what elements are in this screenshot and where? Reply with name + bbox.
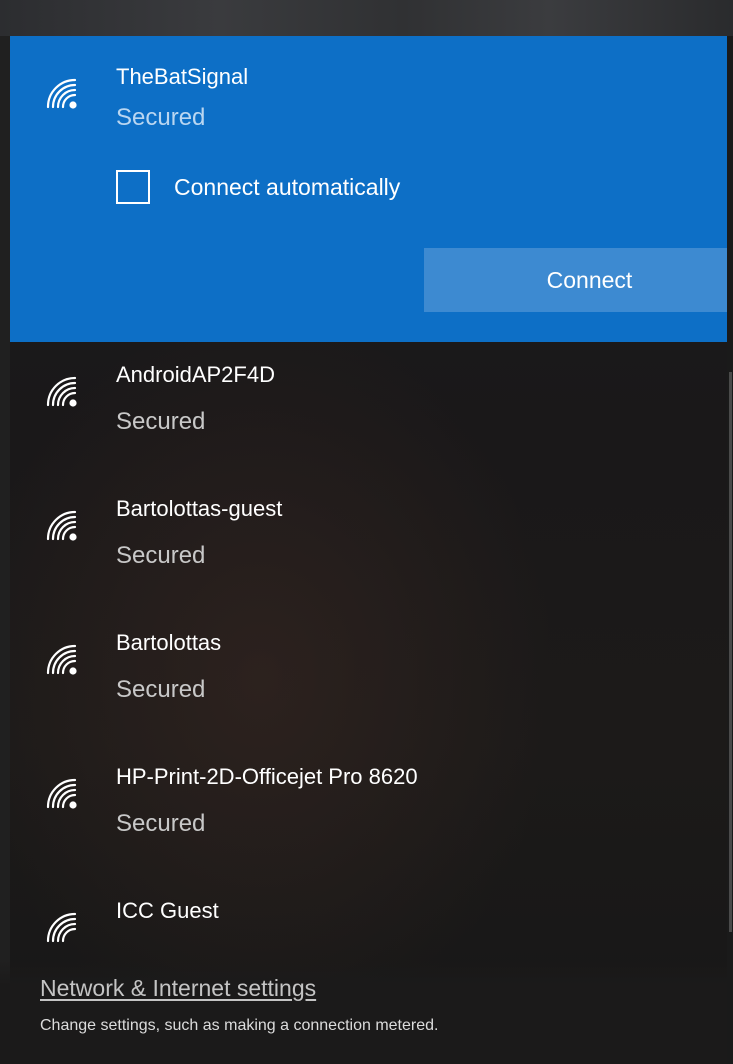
network-name: ICC Guest: [116, 898, 219, 923]
list-item[interactable]: Bartolottas-guest Secured: [10, 496, 721, 616]
taskbar-preview-strip: [0, 0, 733, 36]
network-status: Secured: [116, 104, 206, 131]
connect-automatically-label[interactable]: Connect automatically: [174, 173, 400, 201]
connect-automatically-checkbox[interactable]: [116, 170, 150, 204]
network-settings-link[interactable]: Network & Internet settings: [40, 974, 316, 1002]
list-item[interactable]: Bartolottas Secured: [10, 630, 721, 750]
network-name: AndroidAP2F4D: [116, 362, 275, 387]
wifi-secured-icon: [44, 776, 80, 812]
wifi-secured-icon: [44, 374, 80, 410]
network-name: HP-Print-2D-Officejet Pro 8620: [116, 764, 418, 789]
network-name: Bartolottas-guest: [116, 496, 283, 521]
network-flyout: TheBatSignal Secured Connect automatical…: [0, 0, 733, 1064]
network-name: TheBatSignal: [116, 64, 249, 89]
network-status: Secured: [116, 408, 206, 435]
connect-button-label: Connect: [546, 267, 633, 293]
list-item[interactable]: AndroidAP2F4D Secured: [10, 362, 721, 482]
network-item-selected[interactable]: TheBatSignal Secured Connect automatical…: [10, 36, 727, 342]
network-name: Bartolottas: [116, 630, 222, 655]
network-settings-description: Change settings, such as making a connec…: [40, 1017, 439, 1034]
wifi-secured-icon: [44, 76, 80, 112]
scrollbar-thumb[interactable]: [729, 372, 732, 932]
wifi-secured-icon: [44, 508, 80, 544]
network-status: Secured: [116, 542, 206, 569]
network-status: Secured: [116, 810, 206, 837]
wifi-secured-icon: [44, 642, 80, 678]
network-status: Secured: [116, 676, 206, 703]
list-item[interactable]: HP-Print-2D-Officejet Pro 8620 Secured: [10, 764, 721, 884]
wifi-open-icon: [44, 910, 80, 946]
flyout-left-edge: [0, 36, 10, 1064]
connect-button[interactable]: Connect: [424, 248, 727, 312]
